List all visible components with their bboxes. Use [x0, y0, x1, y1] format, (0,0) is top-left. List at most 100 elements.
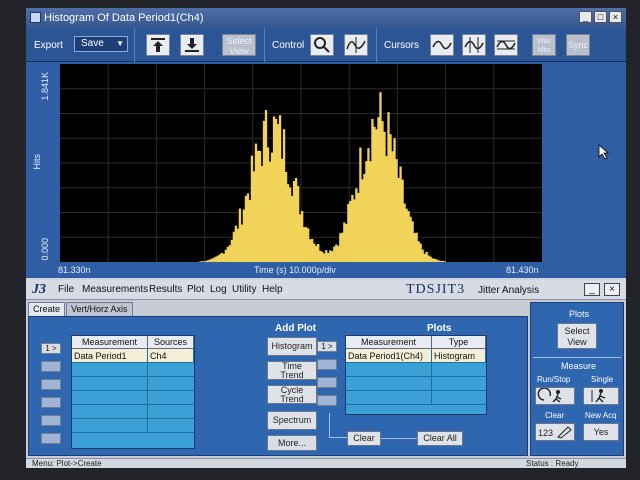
close-icon[interactable]: ×	[609, 11, 622, 23]
plot-slot-button[interactable]	[317, 377, 337, 388]
histogram-bar	[315, 245, 318, 262]
table-row-empty[interactable]	[346, 377, 486, 391]
menu-plot[interactable]: Plot	[187, 284, 204, 295]
histogram-bar	[224, 249, 227, 262]
histogram-bar	[202, 261, 205, 262]
cursor-wave-button-2[interactable]	[462, 34, 486, 56]
histogram-button[interactable]: Histogram	[267, 337, 317, 356]
histogram-bar	[290, 195, 294, 262]
histogram-bar	[407, 211, 410, 262]
spectrum-button[interactable]: Spectrum	[267, 411, 317, 430]
table-row[interactable]: Data Period1(Ch4) Histogram	[346, 349, 486, 363]
table-row-empty[interactable]	[72, 405, 194, 419]
save-dropdown[interactable]: Save ▼	[74, 36, 128, 52]
clear-measure-button[interactable]: 123	[535, 423, 575, 441]
new-acq-label: New Acq	[585, 411, 617, 420]
histogram-bar	[276, 124, 280, 262]
run-stop-button[interactable]	[535, 387, 575, 405]
histogram-bar	[331, 251, 334, 262]
plot-slot-button[interactable]	[317, 395, 337, 406]
histogram-bar	[204, 260, 207, 262]
status-bar: Menu: Plot->Create Status : Ready	[26, 458, 626, 468]
table-row-empty[interactable]	[72, 391, 194, 405]
menu-measurements[interactable]: Measurements	[82, 284, 148, 295]
histogram-chart[interactable]	[60, 64, 542, 262]
measurement-slot-button[interactable]	[41, 415, 61, 426]
histogram-bar	[375, 129, 378, 262]
measure-label: Measure	[561, 361, 597, 371]
table-row-empty[interactable]	[346, 391, 486, 405]
histogram-bar	[361, 179, 364, 262]
connector-line	[329, 437, 347, 438]
histogram-bar	[311, 238, 314, 262]
menu-help[interactable]: Help	[262, 284, 283, 295]
status-menu-path: Menu: Plot->Create	[32, 459, 102, 468]
status-text: Status : Ready	[526, 459, 579, 468]
histogram-bar	[301, 210, 304, 262]
measurement-cell: Data Period1	[72, 349, 148, 363]
maximize-icon[interactable]: □	[594, 11, 607, 23]
measurement-slot-button[interactable]	[41, 361, 61, 372]
histogram-bar	[335, 244, 338, 262]
zoom-button[interactable]	[310, 34, 334, 56]
run-stop-label: Run/Stop	[537, 375, 571, 384]
table-row[interactable]: Data Period1 Ch4	[72, 349, 194, 363]
table-row-empty[interactable]	[72, 377, 194, 391]
histogram-bar	[393, 138, 396, 262]
histogram-bar	[294, 177, 298, 262]
tab-vert-horz-axis[interactable]: Vert/Horz Axis	[66, 302, 133, 316]
histogram-bar	[268, 161, 272, 262]
new-acq-yes-button[interactable]: Yes	[583, 423, 619, 441]
table-row-empty[interactable]	[72, 419, 194, 433]
histogram-bar	[208, 259, 211, 262]
more-button[interactable]: More...	[267, 435, 317, 451]
histogram-bar	[260, 165, 264, 262]
histogram-bar	[222, 253, 225, 262]
measurement-slot-button[interactable]	[41, 397, 61, 408]
sync-button[interactable]: Sync	[566, 34, 590, 56]
right-select-view-button[interactable]: Select View	[557, 323, 597, 349]
connector-line	[329, 413, 330, 437]
table-row-empty[interactable]	[346, 363, 486, 377]
menu-file[interactable]: File	[58, 284, 74, 295]
histogram-bar	[262, 120, 266, 262]
measurements-table: Measurement Sources Data Period1 Ch4	[71, 335, 195, 449]
measurement-slot-button[interactable]	[41, 433, 61, 444]
menu-utility[interactable]: Utility	[232, 284, 256, 295]
time-trend-button[interactable]: Time Trend	[267, 361, 317, 380]
histogram-bar	[399, 166, 402, 262]
minimize-icon[interactable]: _	[584, 283, 600, 296]
cycle-trend-button[interactable]: Cycle Trend	[267, 385, 317, 404]
menu-results[interactable]: Results	[149, 284, 182, 295]
magnifier-icon	[314, 37, 330, 53]
single-button[interactable]	[583, 387, 619, 405]
cursor-wave-button-1[interactable]	[430, 34, 454, 56]
measurement-select-button[interactable]: 1 >	[41, 343, 61, 354]
histogram-bar	[238, 208, 242, 262]
menu-log[interactable]: Log	[210, 284, 227, 295]
select-view-button[interactable]: Select View	[222, 34, 256, 56]
plot-slot-button[interactable]	[317, 359, 337, 370]
clear-plot-button[interactable]: Clear	[347, 431, 381, 446]
histogram-bar	[323, 253, 326, 262]
wav-mks-button[interactable]: Wav Mks	[532, 34, 556, 56]
histogram-bar	[381, 121, 384, 262]
cursor-wave-button-3[interactable]	[494, 34, 518, 56]
histogram-bar	[337, 245, 340, 262]
plot-select-button[interactable]: 1 >	[317, 341, 337, 352]
minimize-icon[interactable]: _	[579, 11, 592, 23]
histogram-bar	[305, 227, 308, 262]
clear-all-button[interactable]: Clear All	[417, 431, 463, 446]
histogram-bar	[429, 256, 432, 262]
close-icon[interactable]: ×	[604, 283, 620, 296]
svg-text:123: 123	[538, 428, 553, 438]
table-row-empty[interactable]	[72, 363, 194, 377]
measurement-slot-button[interactable]	[41, 379, 61, 390]
tab-create[interactable]: Create	[28, 302, 66, 316]
move-down-button[interactable]	[180, 34, 204, 56]
histogram-bar	[282, 129, 286, 262]
move-up-button[interactable]	[146, 34, 170, 56]
waveform-button[interactable]	[344, 34, 368, 56]
histogram-bar	[329, 250, 332, 262]
histogram-bar	[200, 261, 203, 262]
